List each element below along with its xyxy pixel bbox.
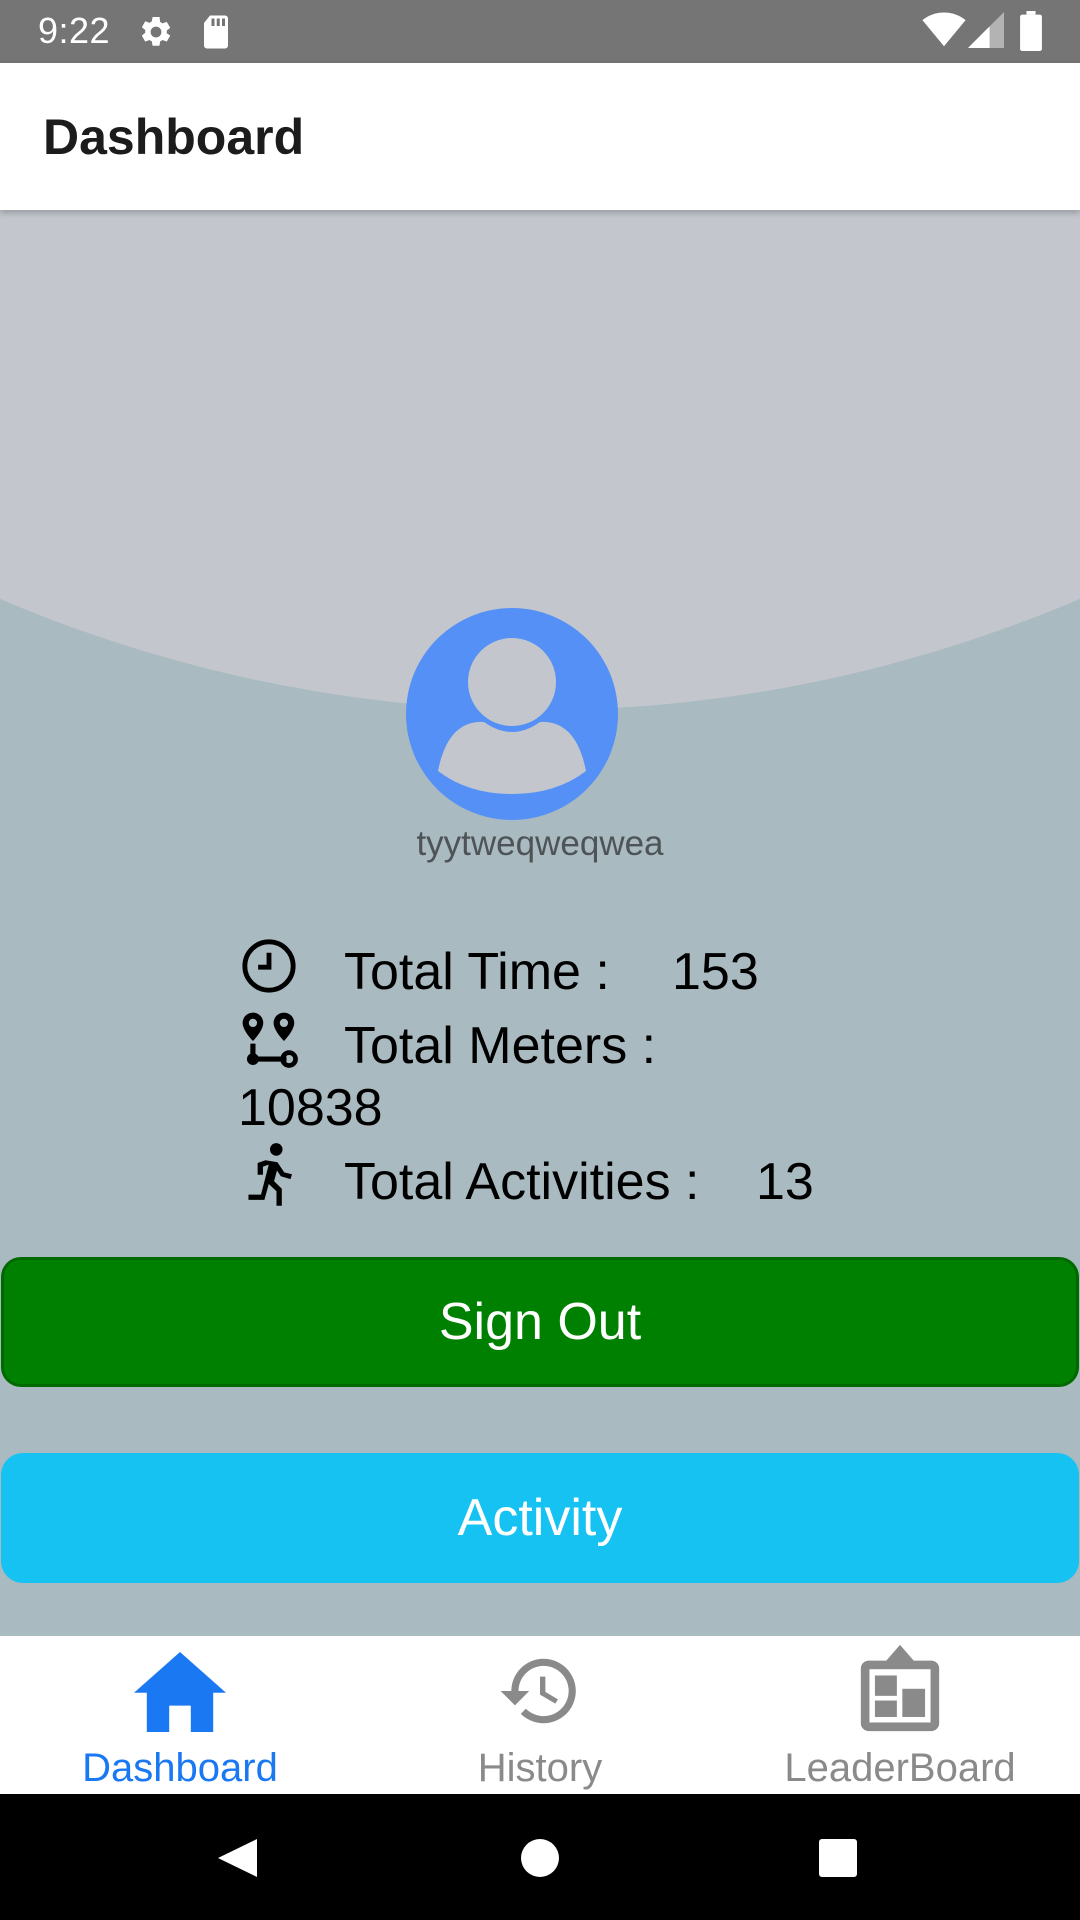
home-circle-icon [521,1839,559,1877]
signal-icon [968,12,1004,53]
recents-button[interactable] [798,1794,878,1920]
activity-label: Activity [457,1489,623,1547]
total-activities-value: 13 [756,1153,814,1211]
sign-out-button[interactable]: Sign Out [1,1257,1079,1387]
nav-label-leaderboard: LeaderBoard [784,1746,1016,1790]
avatar [406,608,618,820]
system-nav-bar [0,1794,1080,1920]
status-bar: 9:22 [0,0,1080,63]
sign-out-label: Sign Out [438,1293,642,1351]
nav-item-leaderboard[interactable]: LeaderBoard [720,1636,1080,1794]
nav-item-dashboard[interactable]: Dashboard [0,1636,360,1794]
back-icon [218,1839,257,1877]
total-activities-label: Total Activities : [344,1153,700,1211]
run-icon [240,1142,298,1215]
clock-icon [240,937,298,1000]
nav-label-dashboard: Dashboard [82,1746,278,1790]
home-icon [134,1652,226,1737]
total-meters-label: Total Meters : [344,1017,657,1075]
leaderboard-icon [853,1640,947,1741]
total-time-label: Total Time : [344,943,610,1001]
back-button[interactable] [200,1794,280,1920]
settings-icon [138,14,174,55]
history-icon [494,1648,586,1739]
battery-icon [1020,11,1042,56]
nav-item-history[interactable]: History [360,1636,720,1794]
account-circle-icon [406,608,618,820]
sd-card-icon [200,14,232,55]
home-button[interactable] [500,1794,580,1920]
status-time: 9:22 [38,10,111,51]
route-icon [240,1010,302,1077]
nav-label-history: History [477,1746,603,1790]
total-meters-value: 10838 [238,1079,383,1137]
app-bar: Dashboard [0,63,1080,210]
wifi-icon [922,12,966,53]
recents-icon [819,1839,857,1877]
page-title: Dashboard [43,109,305,165]
username: tyytweqweqwea [416,824,664,863]
total-time-value: 153 [672,943,759,1001]
activity-button[interactable]: Activity [1,1453,1079,1583]
bottom-nav: Dashboard History LeaderBoard [0,1636,1080,1794]
dashboard-content: tyytweqweqwea Total Time : 153 Total Met… [0,210,1080,1636]
